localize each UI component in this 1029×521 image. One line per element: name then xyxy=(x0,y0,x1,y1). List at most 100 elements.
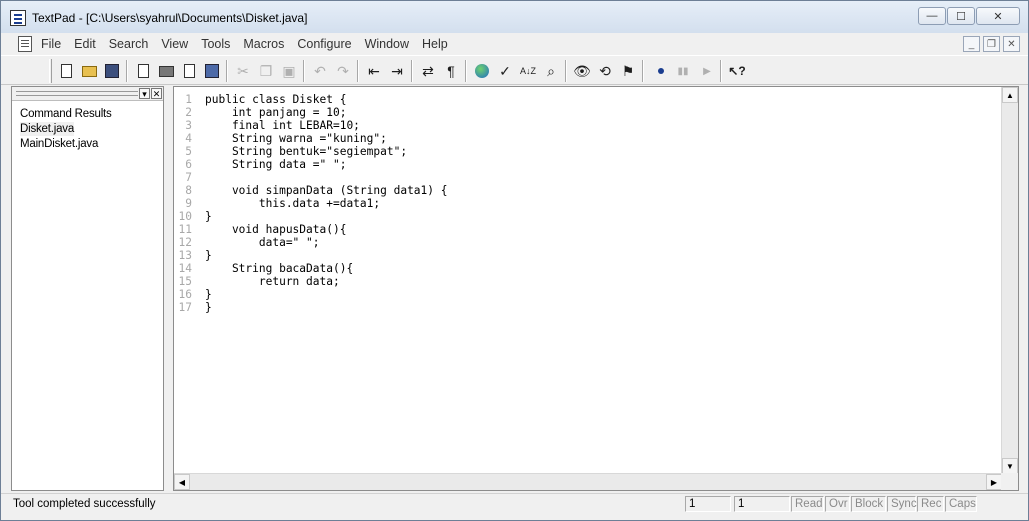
find-next-icon[interactable]: ⚑ xyxy=(618,61,638,81)
code-line[interactable]: 6 String data =" "; xyxy=(174,158,1002,171)
toolbar-separator xyxy=(465,60,467,82)
code-text[interactable]: data=" "; xyxy=(205,236,320,249)
code-text[interactable]: int panjang = 10; xyxy=(205,106,347,119)
line-number: 6 xyxy=(185,158,192,171)
menu-edit[interactable]: Edit xyxy=(74,37,103,51)
undo-icon[interactable]: ↶ xyxy=(310,61,330,81)
code-text[interactable]: String bacaData(){ xyxy=(205,262,353,275)
save-icon[interactable] xyxy=(102,61,122,81)
code-line[interactable]: 7 xyxy=(174,171,1002,184)
pause-macro-icon[interactable]: ▮▮ xyxy=(673,61,693,81)
code-text[interactable]: String bentuk="segiempat"; xyxy=(205,145,407,158)
maximize-button[interactable]: ☐ xyxy=(947,7,975,25)
panel-dropdown-icon[interactable]: ▾ xyxy=(139,88,150,99)
find-icon[interactable]: 👁 xyxy=(572,61,592,81)
title-bar[interactable]: TextPad - [C:\Users\syahrul\Documents\Di… xyxy=(1,1,1028,33)
copy-icon[interactable]: ❐ xyxy=(256,61,276,81)
panel-grip[interactable] xyxy=(16,91,138,96)
horizontal-scrollbar[interactable]: ◀ ▶ xyxy=(174,473,1002,490)
list-item[interactable]: MainDisket.java xyxy=(20,136,163,151)
increase-indent-icon[interactable]: ⇥ xyxy=(387,61,407,81)
document-restore-button[interactable]: ❐ xyxy=(983,36,1000,52)
code-line[interactable]: 8 void simpanData (String data1) { xyxy=(174,184,1002,197)
toolbar-grip[interactable] xyxy=(49,59,52,83)
menu-help[interactable]: Help xyxy=(422,37,455,51)
menu-view[interactable]: View xyxy=(161,37,195,51)
spell-check-icon[interactable]: ✓ xyxy=(495,61,515,81)
vertical-scrollbar[interactable]: ▲ ▼ xyxy=(1001,87,1018,474)
globe-icon[interactable] xyxy=(472,61,492,81)
code-line[interactable]: 14 String bacaData(){ xyxy=(174,262,1002,275)
decrease-indent-icon[interactable]: ⇤ xyxy=(364,61,384,81)
document-properties-icon[interactable] xyxy=(202,61,222,81)
code-text[interactable]: } xyxy=(205,301,212,314)
play-macro-icon[interactable]: ▶ xyxy=(697,61,717,81)
code-text[interactable]: } xyxy=(205,249,212,262)
code-line[interactable]: 12 data=" "; xyxy=(174,236,1002,249)
record-macro-icon[interactable] xyxy=(651,61,671,81)
word-wrap-icon[interactable]: ⇄ xyxy=(418,61,438,81)
code-line[interactable]: 16} xyxy=(174,288,1002,301)
scroll-down-icon[interactable]: ▼ xyxy=(1002,458,1018,474)
code-text[interactable]: void hapusData(){ xyxy=(205,223,347,236)
code-line[interactable]: 3 final int LEBAR=10; xyxy=(174,119,1002,132)
scroll-right-icon[interactable]: ▶ xyxy=(986,474,1002,490)
close-button[interactable]: ✕ xyxy=(976,7,1020,25)
code-text[interactable]: this.data +=data1; xyxy=(205,197,380,210)
replace-icon[interactable]: ⟲ xyxy=(595,61,615,81)
editor-pane[interactable]: 1 public class Disket {2 int panjang = 10… xyxy=(173,86,1019,491)
menu-file[interactable]: File xyxy=(41,37,68,51)
menu-search[interactable]: Search xyxy=(109,37,156,51)
code-text[interactable]: } xyxy=(205,288,212,301)
line-number: 3 xyxy=(185,119,192,132)
new-file-icon[interactable] xyxy=(56,61,76,81)
code-line[interactable]: 11 void hapusData(){ xyxy=(174,223,1002,236)
print-preview-icon[interactable] xyxy=(179,61,199,81)
redo-icon[interactable]: ↷ xyxy=(333,61,353,81)
code-line[interactable]: 1 public class Disket { xyxy=(174,93,1002,106)
print-icon[interactable] xyxy=(156,61,176,81)
document-item-label[interactable]: Command Results xyxy=(20,108,112,120)
sort-icon[interactable]: A↓Z xyxy=(518,61,538,81)
code-line[interactable]: 5 String bentuk="segiempat"; xyxy=(174,145,1002,158)
code-text[interactable]: } xyxy=(205,210,212,223)
paste-icon[interactable]: ▣ xyxy=(279,61,299,81)
code-text[interactable]: String data =" "; xyxy=(205,158,347,171)
code-text[interactable]: void simpanData (String data1) { xyxy=(205,184,448,197)
code-area[interactable]: 1 public class Disket {2 int panjang = 10… xyxy=(174,87,1002,474)
cut-icon[interactable]: ✂ xyxy=(233,61,253,81)
textpad-app-icon[interactable] xyxy=(10,10,26,26)
document-window-controls: _ ❐ ✕ xyxy=(963,36,1020,52)
list-item[interactable]: Command Results xyxy=(20,106,163,121)
scroll-up-icon[interactable]: ▲ xyxy=(1002,87,1018,103)
menu-macros[interactable]: Macros xyxy=(243,37,291,51)
code-line[interactable]: 13} xyxy=(174,249,1002,262)
find-in-files-icon[interactable]: ⌕ xyxy=(541,61,561,81)
menu-configure[interactable]: Configure xyxy=(297,37,358,51)
document-minimize-button[interactable]: _ xyxy=(963,36,980,52)
code-text[interactable]: return data; xyxy=(205,275,340,288)
open-folder-icon[interactable] xyxy=(79,61,99,81)
scroll-left-icon[interactable]: ◀ xyxy=(174,474,190,490)
code-line[interactable]: 2 int panjang = 10; xyxy=(174,106,1002,119)
save-all-icon[interactable] xyxy=(133,61,153,81)
code-line[interactable]: 10} xyxy=(174,210,1002,223)
code-line[interactable]: 15 return data; xyxy=(174,275,1002,288)
show-paragraph-icon[interactable]: ¶ xyxy=(441,61,461,81)
code-line[interactable]: 9 this.data +=data1; xyxy=(174,197,1002,210)
context-help-icon[interactable]: ↖? xyxy=(727,61,747,81)
document-close-button[interactable]: ✕ xyxy=(1003,36,1020,52)
code-line[interactable]: 4 String warna ="kuning"; xyxy=(174,132,1002,145)
code-text[interactable]: String warna ="kuning"; xyxy=(205,132,387,145)
menu-window[interactable]: Window xyxy=(365,37,416,51)
minimize-button[interactable]: — xyxy=(918,7,946,25)
code-text[interactable]: final int LEBAR=10; xyxy=(205,119,360,132)
menu-tools[interactable]: Tools xyxy=(201,37,237,51)
list-item[interactable]: Disket.java xyxy=(20,121,163,136)
document-item-label[interactable]: Disket.java xyxy=(20,122,74,136)
document-menu-icon[interactable] xyxy=(18,36,32,52)
code-line[interactable]: 17} xyxy=(174,301,1002,314)
code-text[interactable]: public class Disket { xyxy=(205,93,346,106)
document-item-label[interactable]: MainDisket.java xyxy=(20,138,98,150)
panel-close-icon[interactable]: ✕ xyxy=(151,88,162,99)
